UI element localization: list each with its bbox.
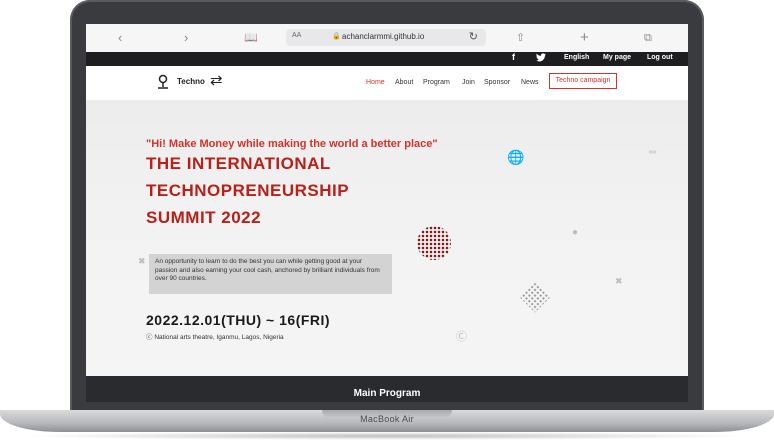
book-icon[interactable]: 📖 (244, 30, 258, 46)
facebook-icon[interactable]: f (512, 52, 515, 62)
hero-description: An opportunity to learn to do the best y… (149, 254, 392, 294)
laptop-screen: ‹ › 📖 AA 🔒 achanclarmmi.github.io ↻ ⇧ + … (86, 24, 688, 402)
logout-link[interactable]: Log out (647, 54, 673, 61)
my-page-link[interactable]: My page (603, 54, 631, 61)
venue-text: National arts theatre, Iganmu, Lagos, Ni… (154, 334, 284, 341)
tabs-icon[interactable]: ⧉ (644, 30, 652, 46)
hero-title: THE INTERNATIONAL TECHNOPRENEURSHIP SUMM… (146, 150, 349, 231)
nav-home[interactable]: Home (366, 79, 385, 86)
share-icon[interactable]: ⇧ (516, 30, 525, 46)
laptop-shadow (20, 432, 754, 440)
hero-tagline: "Hi! Make Money while making the world a… (146, 138, 438, 150)
hero-title-line: SUMMIT 2022 (146, 208, 262, 227)
address-bar[interactable]: AA 🔒 achanclarmmi.github.io ↻ (286, 29, 486, 46)
hero-title-line: THE INTERNATIONAL (146, 154, 331, 173)
hero-title-line: TECHNOPRENEURSHIP (146, 181, 350, 200)
logo-icon[interactable] (156, 74, 170, 90)
site-header: Techno ⇄ Home About Program Join Sponsor… (86, 66, 688, 100)
dotted-diamond-icon (519, 281, 551, 313)
sparkle-icon: ✖ (615, 276, 623, 286)
sparkle-icon: ✖ (138, 256, 146, 266)
dotted-ball-icon (417, 226, 451, 260)
nav-sponsor[interactable]: Sponsor (484, 79, 510, 86)
plus-icon[interactable]: + (580, 30, 589, 46)
nav-about[interactable]: About (395, 79, 413, 86)
device-label: MacBook Air (360, 414, 414, 424)
c-letter-icon: Ⓒ (456, 331, 467, 343)
event-date: 2022.12.01(THU) ~ 16(FRI) (146, 312, 331, 328)
lock-icon: 🔒 (332, 33, 341, 40)
logo-text[interactable]: Techno (177, 77, 205, 86)
text-size-button[interactable]: AA (292, 32, 301, 39)
reload-icon[interactable]: ↻ (469, 30, 478, 43)
nav-news[interactable]: News (521, 79, 539, 86)
event-venue: ⓒ National arts theatre, Iganmu, Lagos, … (146, 331, 284, 341)
browser-toolbar: ‹ › 📖 AA 🔒 achanclarmmi.github.io ↻ ⇧ + … (86, 24, 688, 53)
language-link[interactable]: English (564, 54, 589, 61)
chevron-right-icon[interactable]: › (184, 30, 188, 46)
utility-bar: f English My page Log out (86, 52, 688, 66)
chevron-left-icon[interactable]: ‹ (118, 30, 122, 46)
techno-campaign-button[interactable]: Techno campaign (549, 73, 617, 89)
section-title: Main Program (353, 388, 421, 399)
coin-icon: ● (572, 227, 579, 238)
location-pin-icon: ⓒ (146, 334, 153, 341)
globe-icon: 🌐 (507, 149, 525, 165)
main-program-section: Main Program (86, 376, 688, 402)
hero-section: "Hi! Make Money while making the world a… (86, 100, 688, 376)
url-text[interactable]: achanclarmmi.github.io (342, 32, 424, 41)
nav-program[interactable]: Program (423, 79, 450, 86)
nav-join[interactable]: Join (462, 79, 475, 86)
dash-icon: ═ (649, 147, 657, 158)
twitter-icon[interactable] (536, 53, 546, 64)
swap-arrows-icon: ⇄ (210, 72, 223, 89)
